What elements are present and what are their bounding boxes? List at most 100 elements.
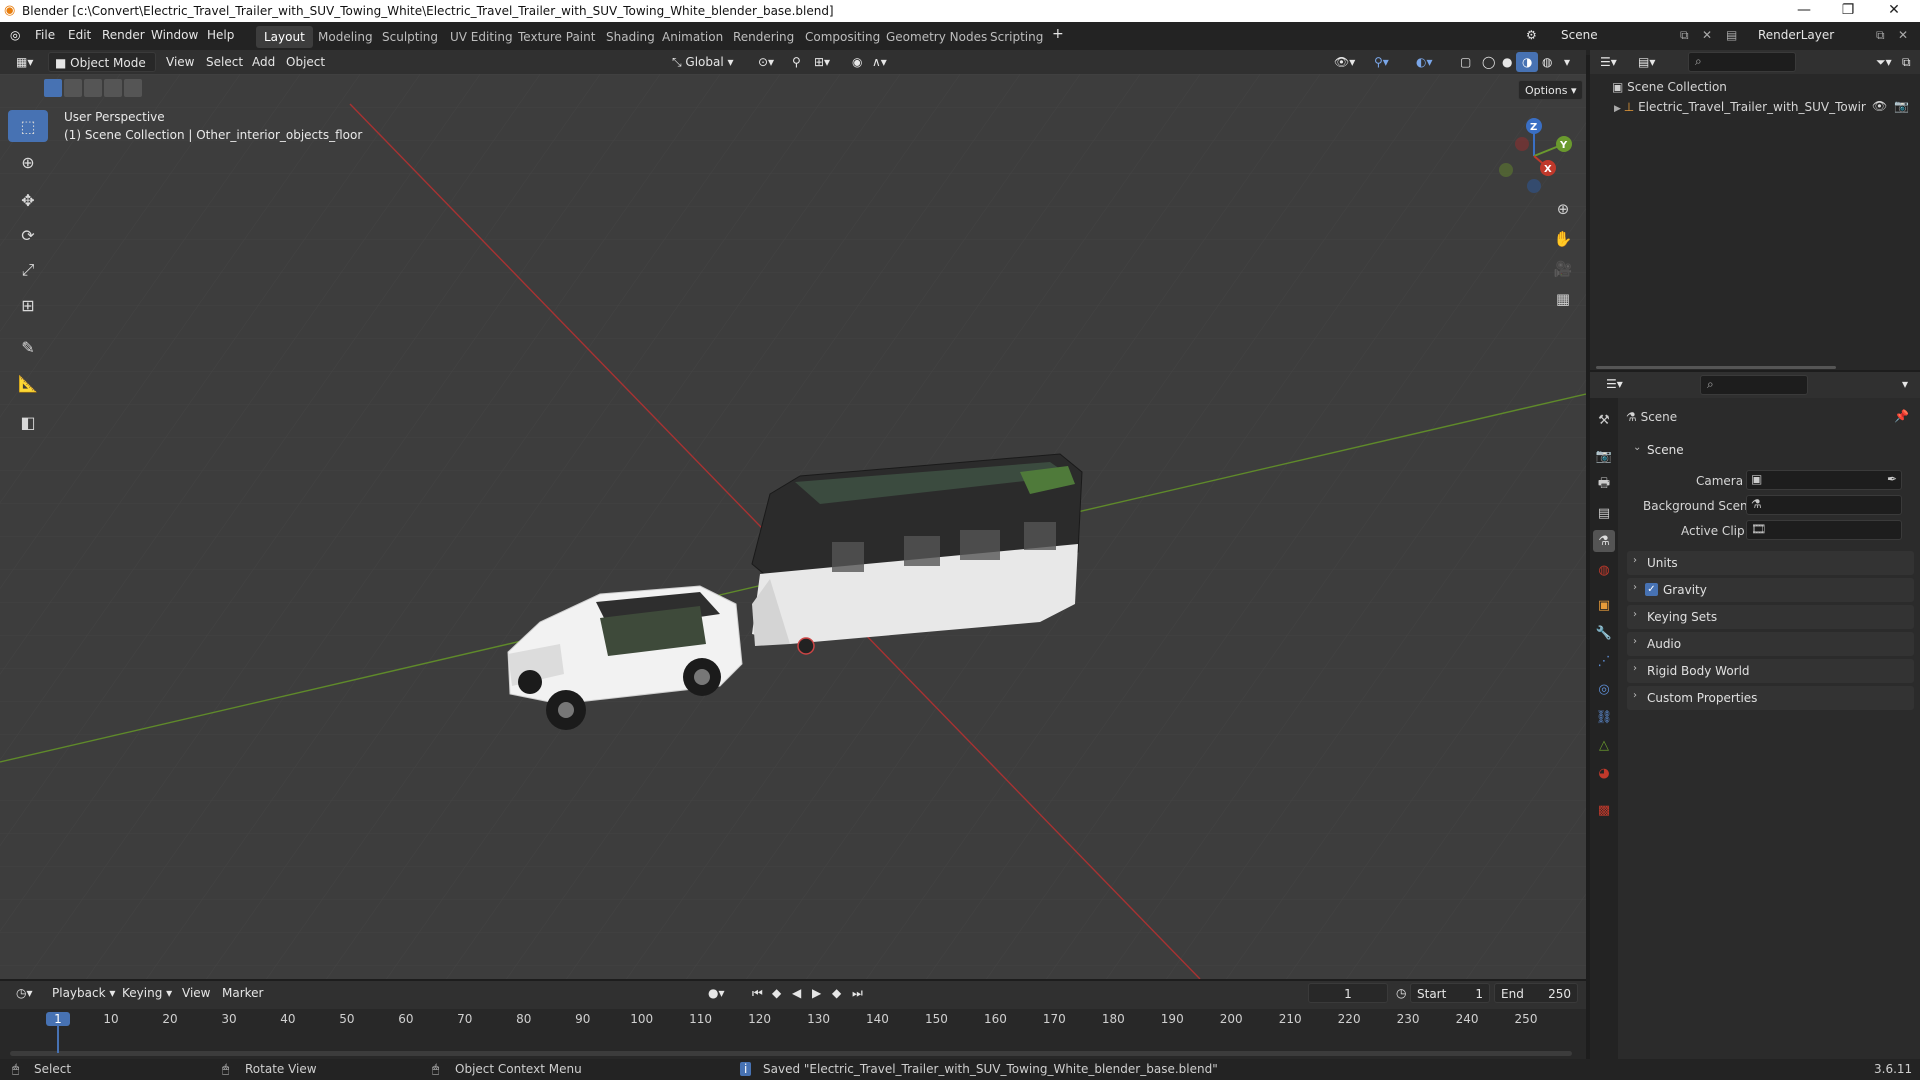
workspace-tab[interactable]: Rendering — [725, 26, 802, 48]
select-invert-icon[interactable] — [104, 79, 122, 97]
cursor-tool-icon[interactable]: ⊕ — [8, 146, 48, 178]
particles-tab-icon[interactable]: ⋰ — [1593, 650, 1615, 672]
scale-tool-icon[interactable]: ⤢ — [8, 254, 48, 286]
workspace-tab[interactable]: Scripting — [982, 26, 1051, 48]
xray-icon[interactable]: ▢ — [1454, 52, 1477, 72]
keying-sets-panel[interactable]: › Keying Sets — [1627, 605, 1914, 629]
options-dropdown[interactable]: Options ▾ — [1518, 80, 1584, 100]
shading-rendered-icon[interactable]: ◍ — [1536, 52, 1558, 72]
modifier-tab-icon[interactable]: 🔧 — [1593, 622, 1615, 644]
pan-hand-icon[interactable]: ✋ — [1550, 226, 1576, 252]
properties-editor-icon[interactable]: ☰▾ — [1600, 374, 1629, 394]
keying-menu[interactable]: Keying ▾ — [116, 983, 178, 1003]
navigation-gizmo[interactable]: Z Y X — [1494, 116, 1574, 196]
snap-icon[interactable]: ⚲ — [786, 52, 807, 72]
menu-help[interactable]: Help — [207, 28, 234, 42]
properties-search-input[interactable]: ⌕ — [1700, 375, 1808, 395]
blender-menu-icon[interactable]: ◎ — [10, 28, 20, 42]
render-layer-delete-icon[interactable]: ✕ — [1898, 28, 1908, 42]
tool-tab-icon[interactable]: ⚒ — [1593, 409, 1615, 431]
add-cube-tool-icon[interactable]: ◧ — [8, 406, 48, 438]
constraints-tab-icon[interactable]: ⛓ — [1593, 706, 1615, 728]
overlay-toggle-icon[interactable]: ◐▾ — [1410, 52, 1439, 72]
menu-window[interactable]: Window — [151, 28, 198, 42]
units-panel[interactable]: › Units — [1627, 551, 1914, 575]
next-keyframe-icon[interactable]: ◆ — [826, 983, 847, 1003]
workspace-tab[interactable]: Geometry Nodes — [878, 26, 995, 48]
outliner-scene-collection[interactable]: ▣ Scene Collection — [1612, 80, 1727, 94]
output-tab-icon[interactable]: 🖶 — [1593, 474, 1615, 496]
workspace-tab[interactable]: Layout — [256, 26, 313, 48]
close-button[interactable]: ✕ — [1874, 2, 1914, 18]
workspace-tab[interactable]: Animation — [654, 26, 731, 48]
add-workspace-button[interactable]: + — [1052, 26, 1064, 42]
outliner-search-input[interactable]: ⌕ — [1688, 52, 1796, 72]
scene-tab-icon[interactable]: ⚗ — [1593, 530, 1615, 552]
shading-options-icon[interactable]: ▾ — [1558, 52, 1576, 72]
measure-tool-icon[interactable]: 📐 — [8, 367, 48, 399]
orientation-dropdown[interactable]: ⤡ Global ▾ — [666, 52, 740, 72]
outliner-visibility-eye-icon[interactable]: 👁 — [1872, 99, 1887, 113]
menu-edit[interactable]: Edit — [68, 28, 91, 42]
render-tab-icon[interactable]: 📷 — [1593, 445, 1615, 467]
render-layer-selector[interactable]: RenderLayer — [1758, 28, 1834, 42]
outliner-filter-icon[interactable]: ⏷▾ — [1870, 52, 1898, 72]
timeline-scrollbar[interactable] — [10, 1051, 1572, 1056]
outliner-editor-icon[interactable]: ☰▾ — [1594, 52, 1623, 72]
outliner-render-camera-icon[interactable]: 📷 — [1894, 99, 1909, 113]
rigid-body-world-panel[interactable]: › Rigid Body World — [1627, 659, 1914, 683]
scene-delete-icon[interactable]: ✕ — [1702, 28, 1712, 42]
active-clip-field[interactable]: 🎞 — [1746, 520, 1902, 540]
custom-properties-panel[interactable]: › Custom Properties — [1627, 686, 1914, 710]
menu-object[interactable]: Object — [280, 52, 331, 72]
menu-file[interactable]: File — [35, 28, 55, 42]
pivot-icon[interactable]: ⊙▾ — [752, 52, 780, 72]
maximize-button[interactable]: ❐ — [1828, 2, 1868, 18]
suv-model[interactable] — [507, 585, 743, 730]
object-tab-icon[interactable]: ▣ — [1593, 594, 1615, 616]
eyedropper-icon[interactable]: ✒ — [1887, 472, 1897, 486]
play-reverse-icon[interactable]: ◀ — [786, 983, 807, 1003]
outliner-scrollbar[interactable] — [1596, 366, 1836, 369]
prev-keyframe-icon[interactable]: ◆ — [766, 983, 787, 1003]
gravity-checkbox[interactable]: ✓ — [1645, 583, 1658, 596]
scene-selector[interactable]: Scene — [1561, 28, 1598, 42]
rotate-tool-icon[interactable]: ⟳ — [8, 219, 48, 251]
camera-view-icon[interactable]: 🎥 — [1550, 256, 1576, 282]
select-new-icon[interactable] — [44, 79, 62, 97]
editor-type-icon[interactable]: ▦▾ — [10, 52, 39, 72]
object-mode-dropdown[interactable]: ■ Object Mode — [48, 52, 156, 72]
view-layer-tab-icon[interactable]: ▤ — [1593, 502, 1615, 524]
play-icon[interactable]: ▶ — [806, 983, 827, 1003]
playback-menu[interactable]: Playback ▾ — [46, 983, 121, 1003]
start-frame-field[interactable]: Start 1 — [1410, 983, 1490, 1003]
data-tab-icon[interactable]: △ — [1593, 734, 1615, 756]
background-scene-field[interactable]: ⚗ — [1746, 495, 1902, 515]
3d-viewport[interactable]: User Perspective (1) Scene Collection | … — [0, 74, 1586, 979]
menu-render[interactable]: Render — [102, 28, 145, 42]
record-icon[interactable]: ●▾ — [702, 983, 731, 1003]
texture-tab-icon[interactable]: ▩ — [1593, 799, 1615, 821]
menu-add[interactable]: Add — [246, 52, 281, 72]
properties-options-icon[interactable]: ▾ — [1896, 374, 1914, 394]
menu-view[interactable]: View — [160, 52, 200, 72]
current-frame-field[interactable]: 1 — [1308, 983, 1388, 1003]
workspace-tab[interactable]: Texture Paint — [510, 26, 603, 48]
visibility-icon[interactable]: 👁▾ — [1328, 52, 1361, 72]
scene-new-icon[interactable]: ⧉ — [1680, 28, 1689, 43]
end-frame-field[interactable]: End 250 — [1494, 983, 1578, 1003]
transform-tool-icon[interactable]: ⊞ — [8, 289, 48, 321]
outliner-new-collection-icon[interactable]: ⧉ — [1896, 52, 1917, 72]
minimize-button[interactable]: — — [1784, 2, 1824, 18]
workspace-tab[interactable]: Sculpting — [374, 26, 446, 48]
timeline-view-menu[interactable]: View — [176, 983, 216, 1003]
timeline-editor-icon[interactable]: ◷▾ — [10, 983, 39, 1003]
workspace-tab[interactable]: Compositing — [797, 26, 888, 48]
select-box-tool-icon[interactable]: ⬚ — [8, 110, 48, 142]
physics-tab-icon[interactable]: ◎ — [1593, 678, 1615, 700]
select-extend-icon[interactable] — [64, 79, 82, 97]
zoom-icon[interactable]: ⊕ — [1550, 196, 1576, 222]
workspace-tab[interactable]: UV Editing — [442, 26, 521, 48]
material-tab-icon[interactable]: ◕ — [1593, 762, 1615, 784]
annotate-tool-icon[interactable]: ✎ — [8, 331, 48, 363]
